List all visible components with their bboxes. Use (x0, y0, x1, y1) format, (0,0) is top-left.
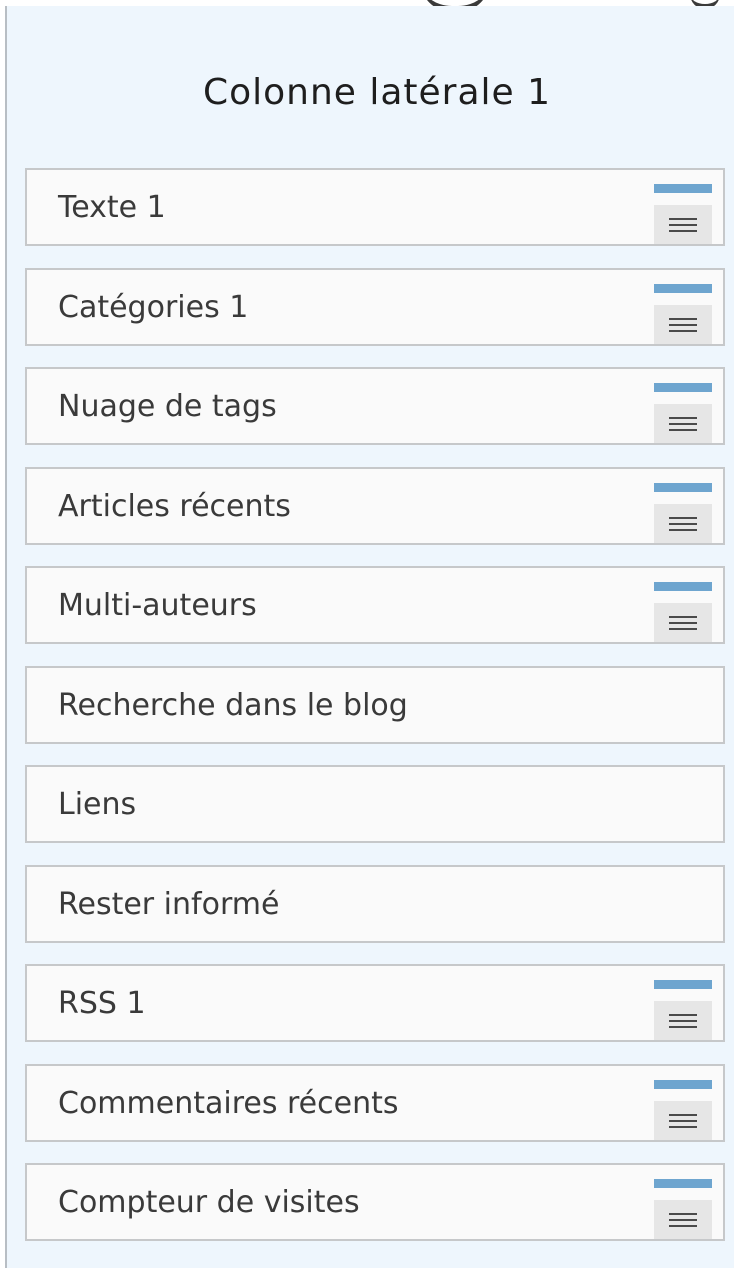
hamburger-menu-icon[interactable] (654, 1200, 712, 1239)
hamburger-menu-icon[interactable] (654, 205, 712, 244)
widget-item-articles-recents[interactable]: Articles récents (25, 466, 725, 545)
widget-item-liens[interactable]: Liens (25, 765, 725, 843)
widget-label: Compteur de visites (58, 1185, 360, 1220)
accent-bar (654, 184, 712, 193)
hamburger-menu-icon[interactable] (654, 503, 712, 543)
widget-label: Commentaires récents (58, 1085, 399, 1121)
accent-bar (654, 383, 712, 392)
column-title: Colonne latérale 1 (202, 72, 552, 113)
widget-item-texte[interactable]: Texte 1 (25, 168, 725, 246)
widget-label: Liens (58, 787, 137, 822)
widget-label: Recherche dans le blog (58, 687, 408, 723)
widget-label: Texte 1 (58, 190, 166, 225)
sidebar-column-panel: Colonne latérale 1 Texte 1 Catégories 1 … (5, 6, 734, 1268)
widget-item-rester-informe[interactable]: Rester informé (25, 864, 725, 943)
widget-menu-control (654, 283, 712, 344)
widget-list: Texte 1 Catégories 1 Nuage de tags Artic… (25, 168, 725, 1263)
hamburger-menu-icon[interactable] (654, 1100, 712, 1140)
accent-bar (654, 582, 712, 591)
widget-menu-control (654, 1179, 712, 1239)
widget-item-rss[interactable]: RSS 1 (25, 964, 725, 1042)
hamburger-menu-icon[interactable] (654, 1001, 712, 1040)
widget-label: RSS 1 (58, 986, 146, 1021)
widget-label: Nuage de tags (58, 389, 277, 424)
widget-menu-control (654, 482, 712, 543)
widget-label: Rester informé (58, 886, 280, 922)
hamburger-menu-icon[interactable] (654, 404, 712, 443)
accent-bar (654, 1179, 712, 1188)
widget-item-commentaires-recents[interactable]: Commentaires récents (25, 1063, 725, 1142)
accent-bar (654, 482, 712, 492)
widget-item-recherche[interactable]: Recherche dans le blog (25, 665, 725, 744)
accent-bar (654, 980, 712, 989)
accent-bar (654, 283, 712, 293)
widget-item-compteur-de-visites[interactable]: Compteur de visites (25, 1163, 725, 1241)
widget-menu-control (654, 184, 712, 244)
widget-item-categories[interactable]: Catégories 1 (25, 267, 725, 346)
widget-menu-control (654, 383, 712, 443)
widget-label: Articles récents (58, 488, 291, 524)
widget-item-nuage-de-tags[interactable]: Nuage de tags (25, 367, 725, 445)
widget-menu-control (654, 1079, 712, 1140)
widget-label: Multi-auteurs (58, 588, 257, 623)
hamburger-menu-icon[interactable] (654, 304, 712, 344)
hamburger-menu-icon[interactable] (654, 603, 712, 642)
widget-label: Catégories 1 (58, 289, 249, 325)
widget-menu-control (654, 582, 712, 642)
accent-bar (654, 1079, 712, 1089)
widget-menu-control (654, 980, 712, 1040)
widget-item-multi-auteurs[interactable]: Multi-auteurs (25, 566, 725, 644)
